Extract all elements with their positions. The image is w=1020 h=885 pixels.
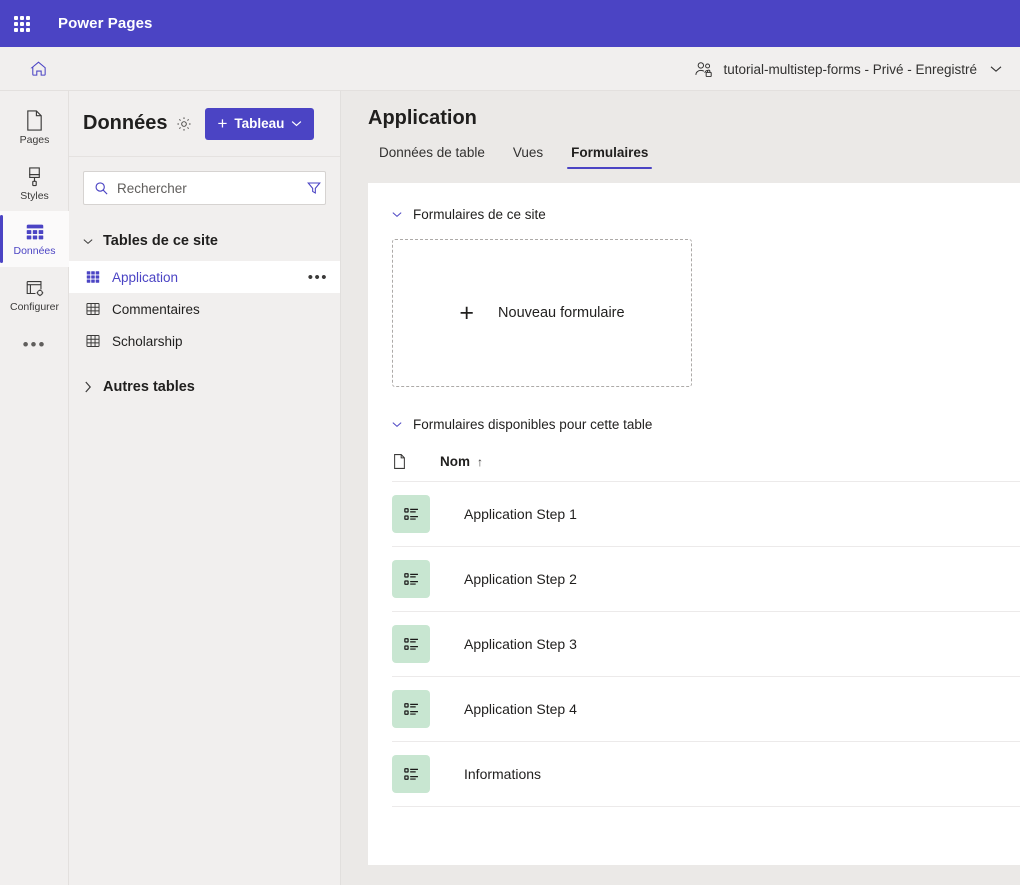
- section-title: Formulaires de ce site: [413, 207, 546, 222]
- form-list-icon: [392, 625, 430, 663]
- column-header-icon: [392, 453, 440, 470]
- form-list-icon: [392, 755, 430, 793]
- sidebar-item-label: Styles: [20, 189, 49, 202]
- sidebar-item-configurer[interactable]: Configurer: [0, 267, 69, 323]
- entity-tabs: Données de table Vues Formulaires: [342, 140, 1020, 169]
- file-icon: [392, 453, 407, 470]
- column-header-name-label: Nom: [440, 454, 470, 469]
- sidebar-item-label: Données: [13, 245, 56, 258]
- table-row[interactable]: Application Step 3: [392, 612, 1020, 677]
- setup-window-icon: [24, 277, 46, 299]
- chevron-down-icon: [990, 65, 1002, 73]
- page-icon: [24, 109, 45, 132]
- table-row[interactable]: Application Step 2: [392, 547, 1020, 612]
- table-item-label: Application: [112, 269, 179, 285]
- table-icon: [85, 301, 101, 317]
- group-header-other-tables[interactable]: Autres tables: [69, 367, 340, 407]
- table-item-application[interactable]: Application •••: [69, 261, 340, 293]
- section-title: Formulaires disponibles pour cette table: [413, 417, 653, 432]
- table-item-label: Scholarship: [112, 333, 183, 349]
- column-header-name[interactable]: Nom ↑: [440, 454, 483, 469]
- site-status-menu[interactable]: tutorial-multistep-forms - Privé - Enreg…: [688, 47, 1008, 91]
- data-panel: Données + Tableau Rechercher Tables de c…: [69, 91, 341, 885]
- form-name: Application Step 4: [464, 701, 577, 717]
- sidebar-item-pages[interactable]: Pages: [0, 99, 69, 155]
- sidebar-item-label: Pages: [19, 133, 50, 146]
- table-filled-icon: [85, 269, 101, 285]
- section-header-available-forms[interactable]: Formulaires disponibles pour cette table: [368, 387, 1020, 432]
- forms-panel: Formulaires de ce site + Nouveau formula…: [368, 183, 1020, 865]
- group-title: Tables de ce site: [103, 233, 218, 249]
- table-item-label: Commentaires: [112, 301, 200, 317]
- site-command-bar: tutorial-multistep-forms - Privé - Enreg…: [0, 47, 1020, 91]
- main-content: Application Données de table Vues Formul…: [342, 91, 1020, 885]
- form-name: Application Step 1: [464, 506, 577, 522]
- gear-icon: [176, 116, 192, 132]
- data-panel-header: Données + Tableau: [69, 91, 340, 157]
- filter-funnel-icon: [306, 180, 322, 196]
- form-list-icon: [392, 560, 430, 598]
- table-row[interactable]: Informations: [392, 742, 1020, 807]
- group-title: Autres tables: [103, 379, 195, 395]
- app-launcher-button[interactable]: [0, 0, 44, 47]
- form-list-icon: [392, 495, 430, 533]
- group-header-site-tables[interactable]: Tables de ce site: [69, 221, 340, 261]
- sidebar-item-donnees[interactable]: Données: [0, 211, 69, 267]
- page-title: Application: [368, 107, 477, 129]
- table-item-commentaires[interactable]: Commentaires: [69, 293, 340, 325]
- data-grid-icon: [24, 221, 46, 243]
- chevron-down-icon: [291, 120, 302, 127]
- section-header-site-forms[interactable]: Formulaires de ce site: [368, 183, 1020, 222]
- app-title: Power Pages: [58, 15, 153, 32]
- sidebar-item-styles[interactable]: Styles: [0, 155, 69, 211]
- plus-icon: +: [459, 298, 475, 327]
- filter-button[interactable]: [306, 175, 322, 201]
- table-row[interactable]: Application Step 1: [392, 482, 1020, 547]
- waffle-grid-icon: [14, 15, 30, 32]
- home-icon: [29, 59, 48, 78]
- top-app-bar: Power Pages: [0, 0, 1020, 47]
- form-list-icon: [392, 690, 430, 728]
- new-table-label: Tableau: [234, 116, 285, 131]
- new-form-card[interactable]: + Nouveau formulaire: [392, 239, 692, 387]
- table-row[interactable]: Application Step 4: [392, 677, 1020, 742]
- chevron-down-icon: [392, 211, 402, 218]
- search-area: [69, 157, 340, 205]
- people-lock-icon: [694, 60, 714, 78]
- settings-button[interactable]: [176, 116, 192, 132]
- panel-title: Données: [83, 112, 168, 134]
- tab-views[interactable]: Vues: [499, 140, 557, 169]
- home-button[interactable]: [16, 49, 60, 89]
- left-icon-rail: Pages Styles Données Configurer •••: [0, 91, 69, 885]
- chevron-right-icon: [83, 381, 93, 393]
- site-status-text: tutorial-multistep-forms - Privé - Enreg…: [723, 61, 977, 77]
- sidebar-item-label: Configurer: [9, 301, 60, 314]
- search-box[interactable]: [83, 171, 326, 205]
- sort-ascending-icon: ↑: [477, 454, 483, 469]
- plus-icon: +: [217, 114, 228, 133]
- sidebar-more-button[interactable]: •••: [0, 323, 69, 367]
- new-table-button[interactable]: + Tableau: [205, 107, 315, 140]
- brush-icon: [24, 165, 45, 188]
- chevron-down-icon: [392, 421, 402, 428]
- search-icon: [94, 181, 109, 196]
- chevron-down-icon: [83, 238, 93, 245]
- table-item-scholarship[interactable]: Scholarship: [69, 325, 340, 357]
- table-icon: [85, 333, 101, 349]
- form-name: Informations: [464, 766, 542, 782]
- table-item-overflow-button[interactable]: •••: [308, 269, 328, 286]
- tab-forms[interactable]: Formulaires: [557, 140, 662, 169]
- new-form-label: Nouveau formulaire: [498, 305, 625, 321]
- form-name: Application Step 2: [464, 571, 577, 587]
- tab-table-data[interactable]: Données de table: [368, 140, 499, 169]
- form-name: Application Step 3: [464, 636, 577, 652]
- forms-table-header: Nom ↑: [392, 442, 1020, 482]
- search-input[interactable]: [117, 180, 294, 196]
